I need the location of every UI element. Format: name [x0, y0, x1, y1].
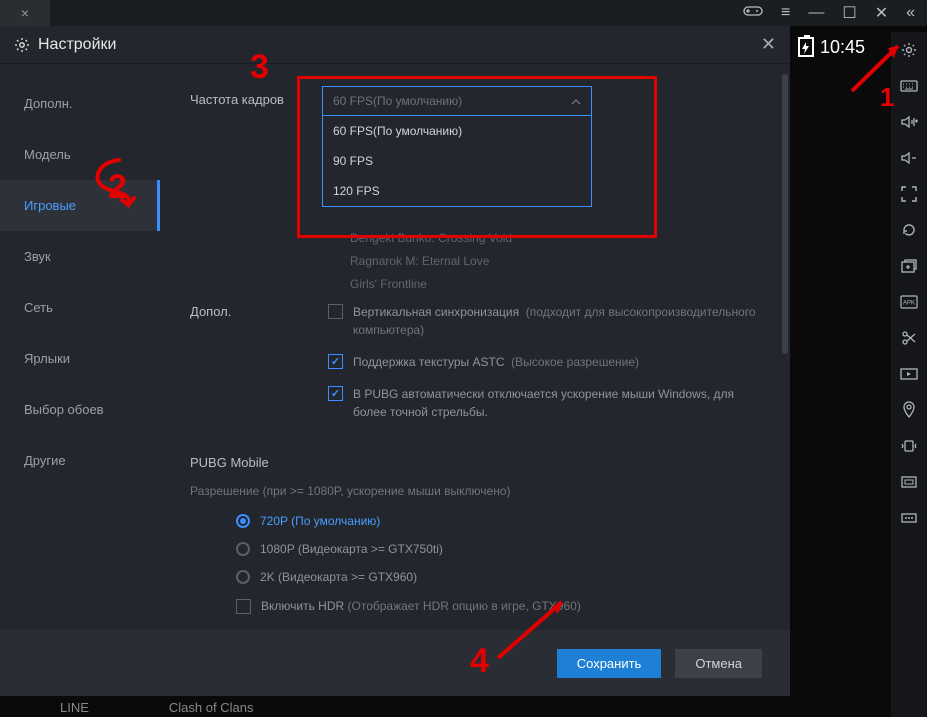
vsync-checkbox[interactable] [328, 304, 343, 319]
apk-icon[interactable]: APK [899, 292, 919, 312]
sidebar-item-game[interactable]: Игровые [0, 180, 160, 231]
vsync-label: Вертикальная синхронизация (подходит для… [353, 303, 766, 339]
multi-window-icon[interactable] [899, 256, 919, 276]
volume-up-icon[interactable] [899, 112, 919, 132]
pubg-mouse-checkbox[interactable] [328, 386, 343, 401]
close-window-icon[interactable]: ✕ [875, 3, 888, 23]
sidebar-item-additional[interactable]: Дополн. [0, 78, 160, 129]
astc-label: Поддержка текстуры ASTC (Высокое разреше… [353, 353, 639, 371]
sidebar-item-model[interactable]: Модель [0, 129, 160, 180]
resolution-1080p-radio[interactable] [236, 542, 250, 556]
svg-text:APK: APK [903, 301, 915, 307]
fps-label: Частота кадров [190, 86, 284, 107]
pubg-mouse-label: В PUBG автоматически отключается ускорен… [353, 385, 766, 421]
pubg-section-subtitle: Разрешение (при >= 1080P, ускорение мыши… [190, 484, 766, 498]
hdr-label: Включить HDR (Отображает HDR опцию в игр… [261, 599, 581, 613]
cancel-button[interactable]: Отмена [675, 649, 762, 678]
resolution-720p-label: 720P (По умолчанию) [260, 514, 380, 528]
settings-title: Настройки [38, 36, 116, 54]
menu-icon[interactable]: ≡ [781, 4, 790, 22]
more-icon[interactable] [899, 508, 919, 528]
fps-dropdown[interactable]: 60 FPS(По умолчанию) 60 FPS(По умолчанию… [322, 86, 592, 207]
settings-content: Частота кадров 60 FPS(По умолчанию) 60 F… [160, 64, 790, 630]
fps-option[interactable]: 120 FPS [323, 176, 591, 206]
astc-checkbox[interactable] [328, 354, 343, 369]
gear-icon [14, 37, 30, 53]
shake-icon[interactable] [899, 436, 919, 456]
window-titlebar: × ≡ — ☐ ✕ « [0, 0, 927, 26]
fps-selected-text: 60 FPS(По умолчанию) [333, 94, 462, 108]
sidebar-item-other[interactable]: Другие [0, 435, 160, 486]
resolution-2k-label: 2K (Видеокарта >= GTX960) [260, 570, 417, 584]
scrollbar[interactable] [782, 74, 788, 354]
fullscreen-icon[interactable] [899, 184, 919, 204]
save-button[interactable]: Сохранить [557, 649, 662, 678]
sidebar-item-shortcuts[interactable]: Ярлыки [0, 333, 160, 384]
background-text: LINEClash of Clans [60, 700, 253, 715]
settings-gear-icon[interactable] [899, 40, 919, 60]
screenshot-icon[interactable] [899, 472, 919, 492]
video-icon[interactable] [899, 364, 919, 384]
sidebar-item-wallpaper[interactable]: Выбор обоев [0, 384, 160, 435]
sidebar-item-sound[interactable]: Звук [0, 231, 160, 282]
list-item: Dengeki Bunko: Crossing Void [350, 227, 766, 250]
scissors-icon[interactable] [899, 328, 919, 348]
resolution-2k-radio[interactable] [236, 570, 250, 584]
sidebar-item-network[interactable]: Сеть [0, 282, 160, 333]
additional-label: Допол. [190, 303, 328, 319]
pubg-section-title: PUBG Mobile [190, 455, 766, 470]
emulator-statusbar: 10:45 [798, 32, 886, 62]
fps-option[interactable]: 60 FPS(По умолчанию) [323, 116, 591, 146]
collapse-icon[interactable]: « [906, 4, 915, 22]
tab-close[interactable]: × [0, 0, 50, 26]
maximize-icon[interactable]: ☐ [842, 3, 856, 23]
list-item: Girls' Frontline [350, 273, 766, 296]
emulator-side-toolbar: APK [891, 32, 927, 717]
minimize-icon[interactable]: — [808, 4, 824, 22]
rotate-icon[interactable] [899, 220, 919, 240]
fps-dropdown-selected[interactable]: 60 FPS(По умолчанию) [322, 86, 592, 116]
settings-dialog: Настройки ✕ Дополн. Модель Игровые Звук … [0, 26, 790, 696]
hdr-checkbox[interactable] [236, 599, 251, 614]
volume-down-icon[interactable] [899, 148, 919, 168]
settings-header: Настройки ✕ [0, 26, 790, 64]
list-item: Ragnarok M: Eternal Love [350, 250, 766, 273]
fps-game-list: Dengeki Bunko: Crossing Void Ragnarok M:… [350, 227, 766, 295]
fps-option[interactable]: 90 FPS [323, 146, 591, 176]
settings-sidebar: Дополн. Модель Игровые Звук Сеть Ярлыки … [0, 64, 160, 630]
chevron-up-icon [571, 94, 581, 108]
battery-icon [798, 37, 814, 57]
resolution-720p-radio[interactable] [236, 514, 250, 528]
resolution-1080p-label: 1080P (Видеокарта >= GTX750ti) [260, 542, 443, 556]
clock-time: 10:45 [820, 37, 865, 58]
fps-dropdown-list: 60 FPS(По умолчанию) 90 FPS 120 FPS [322, 116, 592, 207]
settings-footer: Сохранить Отмена [0, 630, 790, 696]
location-icon[interactable] [899, 400, 919, 420]
keyboard-icon[interactable] [899, 76, 919, 96]
close-settings-icon[interactable]: ✕ [761, 34, 776, 55]
gamepad-icon[interactable] [743, 4, 763, 23]
